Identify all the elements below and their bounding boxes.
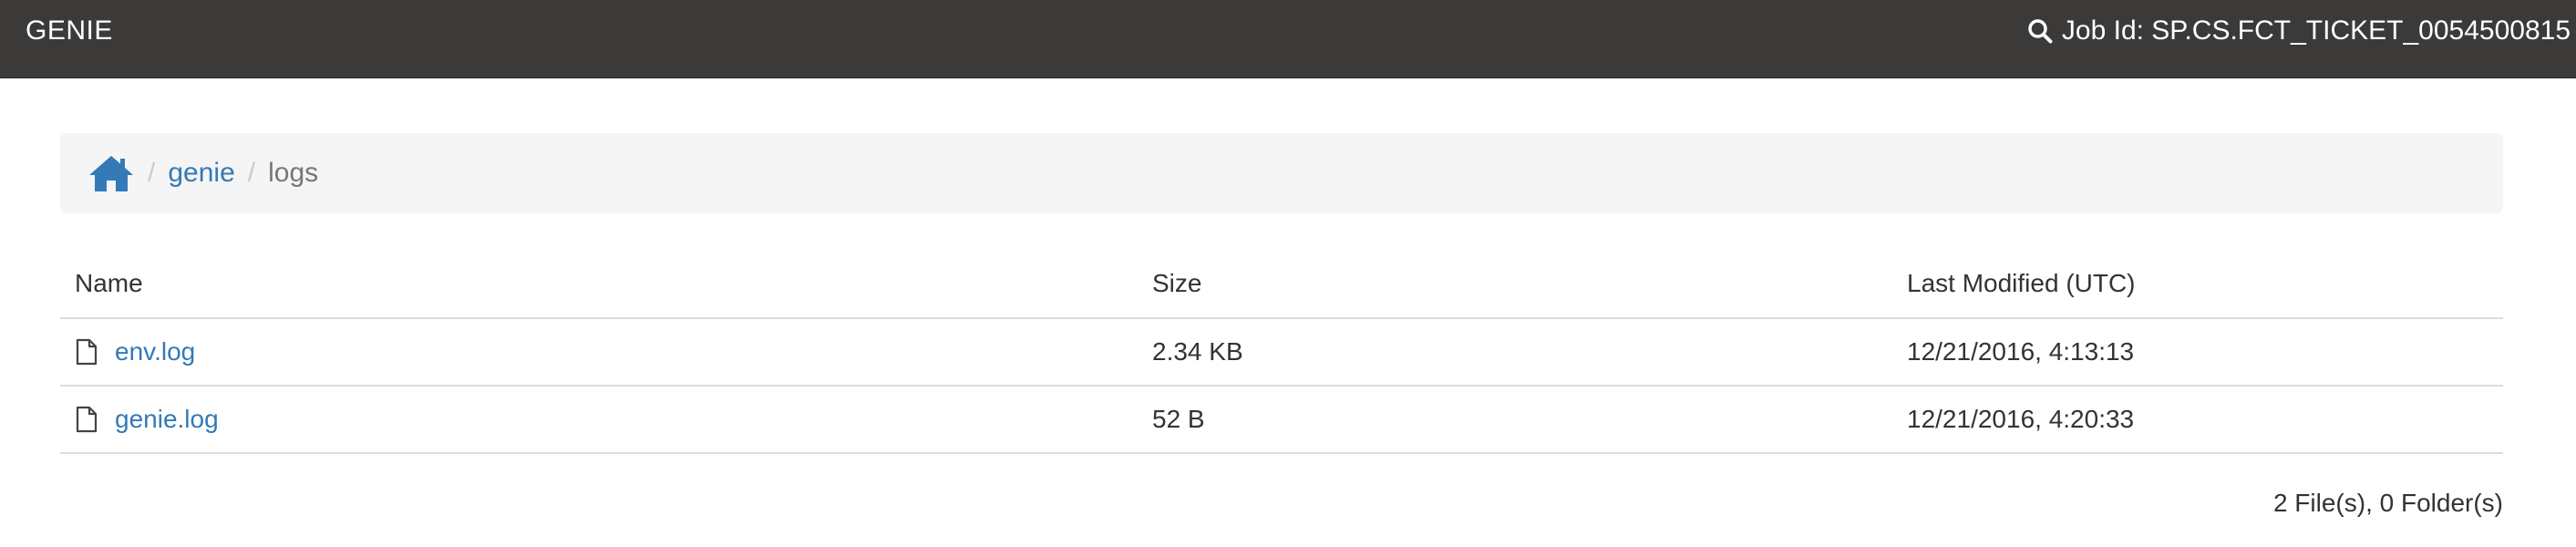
breadcrumb-home[interactable] — [88, 153, 135, 193]
column-header-name[interactable]: Name — [75, 250, 143, 317]
job-id-search[interactable]: Job Id: SP.CS.FCT_TICKET_0054500815 — [2027, 0, 2571, 62]
file-last-modified: 12/21/2016, 4:13:13 — [1907, 337, 2135, 366]
breadcrumb-separator: / — [247, 158, 256, 188]
brand-link[interactable]: GENIE — [26, 0, 113, 62]
job-id-label: Job Id: SP.CS.FCT_TICKET_0054500815 — [2061, 15, 2571, 46]
file-folder-count: 2 File(s), 0 Folder(s) — [2272, 489, 2503, 517]
table-row: genie.log 52 B 12/21/2016, 4:20:33 — [60, 387, 2503, 454]
column-header-size[interactable]: Size — [1152, 250, 1201, 317]
search-icon — [2028, 19, 2053, 44]
home-icon — [89, 156, 133, 191]
file-name-cell: env.log — [75, 319, 195, 385]
file-icon — [76, 406, 98, 433]
file-table: Name Size Last Modified (UTC) env.log 2.… — [60, 250, 2503, 454]
top-navbar: GENIE Job Id: SP.CS.FCT_TICKET_005450081… — [0, 0, 2576, 78]
breadcrumb-genie[interactable]: genie — [168, 158, 234, 189]
breadcrumb-separator: / — [148, 158, 156, 188]
file-name-cell: genie.log — [75, 387, 219, 452]
table-row: env.log 2.34 KB 12/21/2016, 4:13:13 — [60, 319, 2503, 387]
breadcrumb: / genie / logs — [60, 133, 2503, 213]
breadcrumb-logs: logs — [268, 158, 319, 188]
column-header-last-modified[interactable]: Last Modified (UTC) — [1907, 250, 2136, 317]
file-size: 2.34 KB — [1152, 337, 1243, 366]
file-icon — [76, 338, 98, 366]
file-link[interactable]: genie.log — [115, 405, 219, 434]
file-last-modified: 12/21/2016, 4:20:33 — [1907, 405, 2135, 433]
file-link[interactable]: env.log — [115, 337, 195, 366]
table-header-row: Name Size Last Modified (UTC) — [60, 250, 2503, 319]
file-size: 52 B — [1152, 405, 1205, 433]
